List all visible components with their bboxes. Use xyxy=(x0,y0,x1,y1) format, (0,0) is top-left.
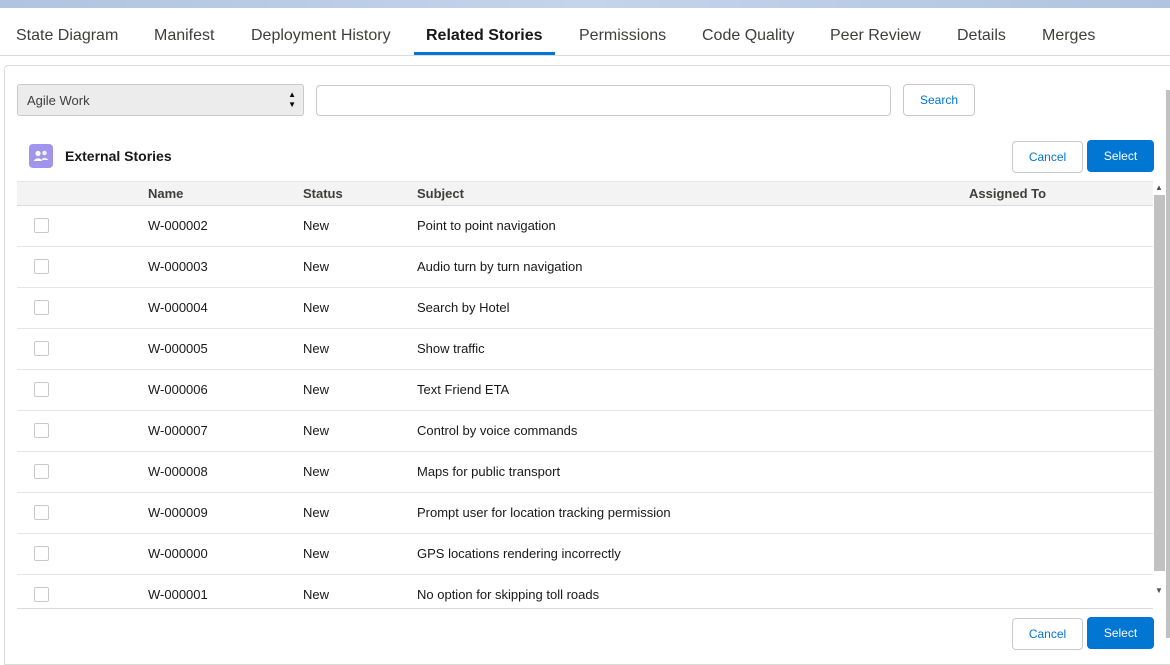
cell-status: New xyxy=(303,423,330,438)
cell-name: W-000009 xyxy=(148,505,208,520)
row-checkbox[interactable] xyxy=(34,300,49,315)
table-header: Name Status Subject Assigned To xyxy=(17,181,1153,206)
cell-status: New xyxy=(303,464,330,479)
scrollbar-thumb[interactable] xyxy=(1154,195,1165,571)
cell-subject: No option for skipping toll roads xyxy=(417,587,600,602)
cancel-button[interactable]: Cancel xyxy=(1012,141,1083,173)
cell-subject: Search by Hotel xyxy=(417,300,510,315)
row-checkbox[interactable] xyxy=(34,423,49,438)
row-checkbox[interactable] xyxy=(34,341,49,356)
tab-code-quality[interactable]: Code Quality xyxy=(702,8,795,56)
tab-manifest[interactable]: Manifest xyxy=(154,8,214,56)
tab-merges[interactable]: Merges xyxy=(1042,8,1095,56)
tab-permissions[interactable]: Permissions xyxy=(579,8,666,56)
cell-status: New xyxy=(303,382,330,397)
cell-subject: Point to point navigation xyxy=(417,218,556,233)
cell-name: W-000004 xyxy=(148,300,208,315)
card-title: External Stories xyxy=(65,148,172,164)
cell-name: W-000007 xyxy=(148,423,208,438)
tab-peer-review[interactable]: Peer Review xyxy=(830,8,921,56)
stories-table: Name Status Subject Assigned To W-000002… xyxy=(17,181,1153,609)
table-row[interactable]: W-000002 New Point to point navigation xyxy=(17,206,1153,247)
table-row[interactable]: W-000009 New Prompt user for location tr… xyxy=(17,493,1153,534)
active-tab-indicator xyxy=(414,52,555,55)
user-group-icon xyxy=(29,144,53,168)
table-row[interactable]: W-000003 New Audio turn by turn navigati… xyxy=(17,247,1153,288)
cell-name: W-000002 xyxy=(148,218,208,233)
table-row[interactable]: W-000004 New Search by Hotel xyxy=(17,288,1153,329)
tab-state-diagram[interactable]: State Diagram xyxy=(16,8,118,56)
row-checkbox[interactable] xyxy=(34,259,49,274)
column-header-subject[interactable]: Subject xyxy=(417,182,464,206)
footer-select-button[interactable]: Select xyxy=(1087,617,1154,649)
select-button[interactable]: Select xyxy=(1087,140,1154,172)
table-row[interactable]: W-000006 New Text Friend ETA xyxy=(17,370,1153,411)
row-checkbox[interactable] xyxy=(34,546,49,561)
table-row[interactable]: W-000008 New Maps for public transport xyxy=(17,452,1153,493)
scroll-up-icon[interactable]: ▲ xyxy=(1155,183,1163,192)
scroll-down-icon[interactable]: ▼ xyxy=(1155,586,1163,595)
cell-subject: Control by voice commands xyxy=(417,423,578,438)
cell-status: New xyxy=(303,218,330,233)
page-scrollbar-thumb[interactable] xyxy=(1166,90,1170,638)
row-checkbox[interactable] xyxy=(34,587,49,602)
footer-cancel-button[interactable]: Cancel xyxy=(1012,618,1083,650)
row-checkbox[interactable] xyxy=(34,464,49,479)
cell-subject: Maps for public transport xyxy=(417,464,561,479)
tab-details[interactable]: Details xyxy=(957,8,1006,56)
cell-subject: GPS locations rendering incorrectly xyxy=(417,546,621,561)
cell-subject: Show traffic xyxy=(417,341,485,356)
table-row[interactable]: W-000000 New GPS locations rendering inc… xyxy=(17,534,1153,575)
table-scrollbar[interactable]: ▲ ▼ xyxy=(1153,181,1166,601)
tab-bar: State Diagram Manifest Deployment Histor… xyxy=(0,8,1170,56)
table-row[interactable]: W-000001 New No option for skipping toll… xyxy=(17,575,1153,608)
top-banner xyxy=(0,0,1170,8)
cell-status: New xyxy=(303,300,330,315)
cell-status: New xyxy=(303,587,330,602)
cell-subject: Audio turn by turn navigation xyxy=(417,259,583,274)
column-header-assigned-to[interactable]: Assigned To xyxy=(969,182,1046,206)
cell-name: W-000003 xyxy=(148,259,208,274)
column-header-status[interactable]: Status xyxy=(303,182,343,206)
cell-subject: Text Friend ETA xyxy=(417,382,510,397)
column-header-name[interactable]: Name xyxy=(148,182,183,206)
work-type-select-value: Agile Work xyxy=(27,93,90,108)
work-type-select[interactable]: Agile Work ▲ ▼ xyxy=(17,84,304,116)
search-input[interactable] xyxy=(316,85,891,116)
tab-related-stories[interactable]: Related Stories xyxy=(426,8,542,56)
cell-name: W-000008 xyxy=(148,464,208,479)
table-row[interactable]: W-000007 New Control by voice commands xyxy=(17,411,1153,452)
search-button[interactable]: Search xyxy=(903,84,975,116)
tab-deployment-history[interactable]: Deployment History xyxy=(251,8,391,56)
cell-name: W-000006 xyxy=(148,382,208,397)
cell-name: W-000005 xyxy=(148,341,208,356)
table-row[interactable]: W-000005 New Show traffic xyxy=(17,329,1153,370)
cell-status: New xyxy=(303,259,330,274)
row-checkbox[interactable] xyxy=(34,382,49,397)
cell-status: New xyxy=(303,505,330,520)
cell-subject: Prompt user for location tracking permis… xyxy=(417,505,671,520)
cell-status: New xyxy=(303,546,330,561)
cell-name: W-000000 xyxy=(148,546,208,561)
row-checkbox[interactable] xyxy=(34,218,49,233)
select-arrows-icon: ▲ ▼ xyxy=(288,90,296,109)
cell-name: W-000001 xyxy=(148,587,208,602)
row-checkbox[interactable] xyxy=(34,505,49,520)
cell-status: New xyxy=(303,341,330,356)
